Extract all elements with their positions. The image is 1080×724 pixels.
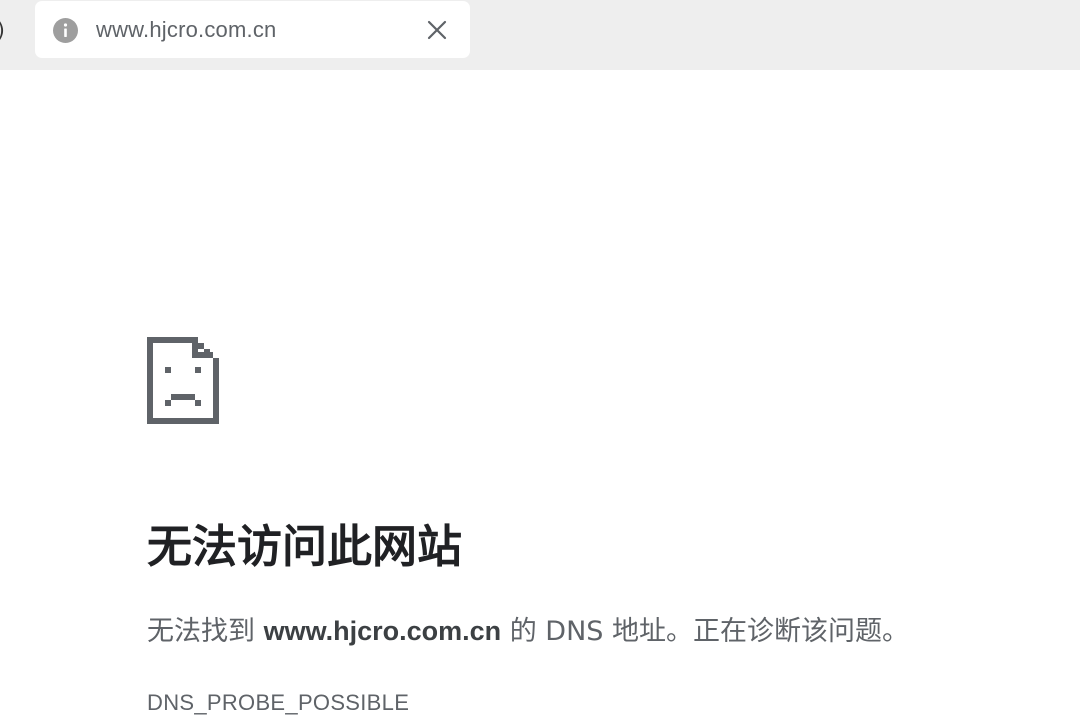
error-host: www.hjcro.com.cn bbox=[263, 616, 502, 646]
url-text[interactable]: www.hjcro.com.cn bbox=[96, 16, 276, 44]
error-message-suffix: 的 DNS 地址。正在诊断该问题。 bbox=[501, 616, 910, 647]
browser-toolbar: ) www.hjcro.com.cn bbox=[0, 0, 1080, 70]
toolbar-edge-glyph: ) bbox=[0, 18, 5, 42]
error-code: DNS_PROBE_POSSIBLE bbox=[147, 690, 410, 715]
info-icon[interactable] bbox=[53, 18, 78, 43]
sad-page-icon bbox=[147, 337, 219, 424]
error-message: 无法找到 www.hjcro.com.cn 的 DNS 地址。正在诊断该问题。 bbox=[147, 613, 909, 650]
error-message-prefix: 无法找到 bbox=[147, 616, 264, 647]
address-bar[interactable]: www.hjcro.com.cn bbox=[35, 1, 470, 58]
close-icon[interactable] bbox=[424, 17, 450, 43]
error-title: 无法访问此网站 bbox=[147, 520, 463, 573]
